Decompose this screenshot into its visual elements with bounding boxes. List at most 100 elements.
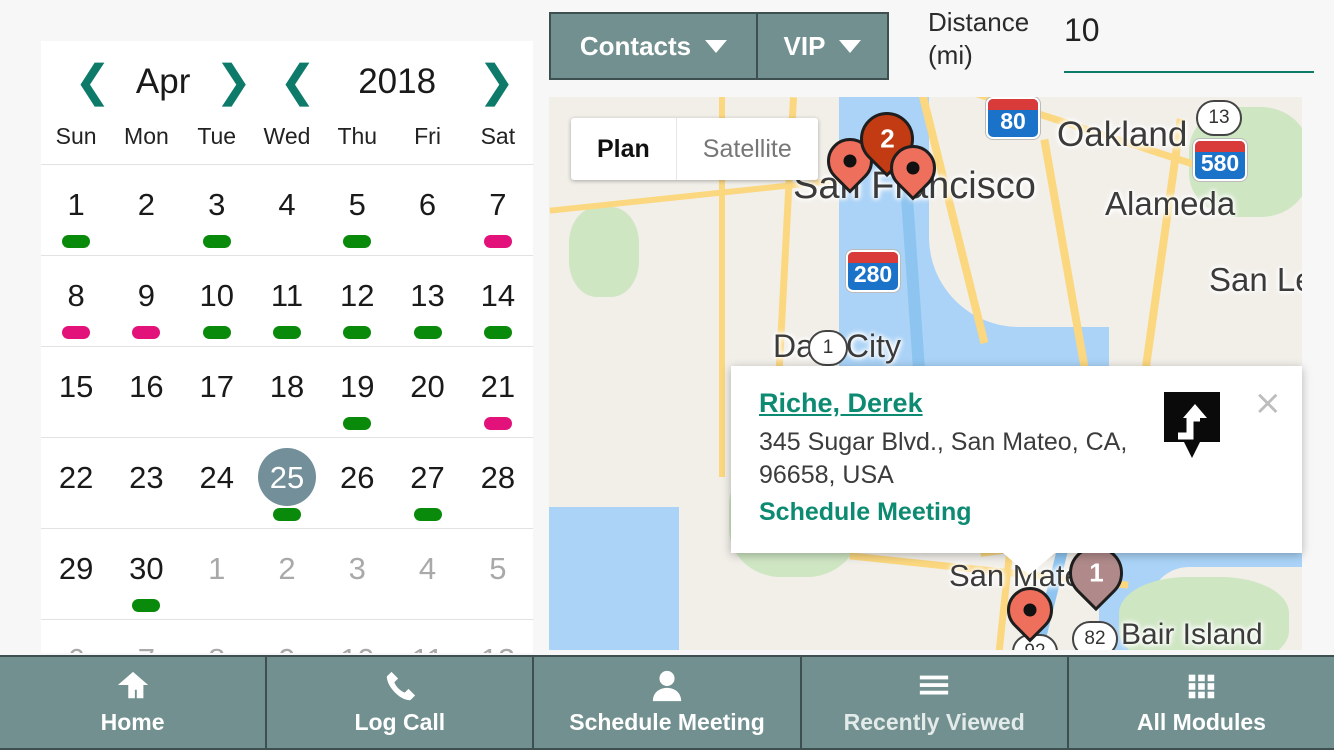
calendar-event-indicator	[62, 599, 90, 612]
chevron-right-icon[interactable]: ❯	[209, 60, 258, 104]
list-view-dropdown[interactable]: VIP	[757, 12, 889, 80]
calendar-day-cell[interactable]: 2	[111, 165, 181, 255]
nav-item-home[interactable]: Home	[0, 655, 266, 750]
close-icon[interactable]: ×	[1254, 386, 1283, 420]
calendar-day-cell[interactable]: 30	[111, 529, 181, 619]
calendar-day-cell[interactable]: 12	[322, 256, 392, 346]
calendar-day-cell[interactable]: 4	[252, 165, 322, 255]
calendar-event-indicator	[343, 508, 371, 521]
nav-item-schedule-meeting[interactable]: Schedule Meeting	[534, 655, 800, 750]
nav-item-all-modules[interactable]: All Modules	[1068, 655, 1334, 750]
calendar-day-cell[interactable]: 9	[111, 256, 181, 346]
calendar-day-cell[interactable]: 5	[322, 165, 392, 255]
chevron-right-icon[interactable]: ❯	[472, 60, 521, 104]
nav-item-label: Home	[100, 709, 165, 735]
calendar-day-cell[interactable]: 5	[463, 529, 533, 619]
calendar-day-number: 24	[199, 459, 234, 495]
calendar-day-cell[interactable]: 15	[41, 347, 111, 437]
calendar-day-number: 14	[480, 277, 516, 313]
calendar-day-cell[interactable]: 14	[463, 256, 533, 346]
calendar-day-cell[interactable]: 6	[392, 165, 462, 255]
distance-filter: Distance (mi) 10	[928, 6, 1314, 73]
distance-input[interactable]: 10	[1064, 12, 1314, 73]
calendar-event-indicator	[484, 599, 512, 612]
calendar-panel: ❮ Apr ❯ ❮ 2018 ❯ Sun Mon Tue Wed Thu Fri Sat 1…	[41, 41, 533, 653]
calendar-day-cell[interactable]: 9	[252, 620, 322, 654]
calendar-day-cell[interactable]: 17	[182, 347, 252, 437]
chevron-left-icon[interactable]: ❮	[68, 60, 117, 104]
map-park-west	[569, 207, 639, 297]
calendar-day-number: 7	[117, 630, 175, 654]
calendar-week-row: 1 2 3 4 5 6 7	[41, 165, 533, 256]
calendar-day-cell[interactable]: 4	[392, 529, 462, 619]
calendar-day-cell[interactable]: 11	[392, 620, 462, 654]
calendar-day-cell[interactable]: 7	[463, 165, 533, 255]
calendar-day-cell[interactable]: 28	[463, 438, 533, 528]
shield-top-bar	[988, 99, 1038, 110]
calendar-event-indicator	[132, 599, 161, 612]
calendar-day-cell[interactable]: 3	[322, 529, 392, 619]
calendar-day-cell[interactable]: 26	[322, 438, 392, 528]
calendar-day-number: 22	[58, 459, 94, 495]
calendar-day-cell[interactable]: 20	[392, 347, 462, 437]
chevron-left-icon[interactable]: ❮	[273, 60, 322, 104]
chevron-down-icon	[705, 39, 728, 53]
calendar-day-cell[interactable]: 24	[182, 438, 252, 528]
map-info-popup: Riche, Derek 345 Sugar Blvd., San Mateo,…	[731, 366, 1302, 575]
map-type-satellite[interactable]: Satellite	[675, 118, 818, 180]
calendar-day-number: 26	[340, 459, 375, 495]
calendar-day-cell[interactable]: 29	[41, 529, 111, 619]
calendar-day-cell[interactable]: 16	[111, 347, 181, 437]
calendar-day-number: 3	[348, 550, 366, 586]
list-view-label: VIP	[783, 30, 826, 61]
calendar-day-number: 19	[340, 368, 375, 404]
calendar-day-cell[interactable]: 1	[41, 165, 111, 255]
calendar-day-cell[interactable]: 10	[182, 256, 252, 346]
calendar-day-cell[interactable]: 22	[41, 438, 111, 528]
calendar-event-indicator	[343, 326, 372, 339]
calendar-week-row: 22 23 24 25 26 27 28	[41, 438, 533, 529]
nav-item-log-call[interactable]: Log Call	[267, 655, 533, 750]
nav-item-label: Schedule Meeting	[569, 709, 765, 735]
nav-item-label: Log Call	[354, 709, 446, 735]
map-type-plan[interactable]: Plan	[571, 118, 676, 180]
calendar-day-number: 11	[399, 630, 457, 654]
chevron-down-icon	[839, 39, 862, 53]
calendar-day-number: 5	[489, 550, 507, 586]
calendar-day-cell[interactable]: 1	[182, 529, 252, 619]
month-selector: ❮ Apr ❯	[53, 60, 273, 104]
calendar-day-number: 2	[137, 186, 156, 222]
contact-name-link[interactable]: Riche, Derek	[759, 388, 923, 419]
cluster-count: 2	[879, 123, 895, 154]
calendar-day-cell[interactable]: 6	[41, 620, 111, 654]
calendar-day-cell[interactable]: 7	[111, 620, 181, 654]
calendar-day-number: 6	[47, 630, 105, 654]
map-place-label: Alameda	[1105, 185, 1236, 222]
nav-item-recently-viewed[interactable]: Recently Viewed	[801, 655, 1067, 750]
calendar-day-cell[interactable]: 2	[252, 529, 322, 619]
calendar-day-cell[interactable]: 21	[463, 347, 533, 437]
calendar-day-cell[interactable]: 10	[322, 620, 392, 654]
map-place-label: San Lea	[1209, 261, 1302, 298]
calendar-day-cell[interactable]: 13	[392, 256, 462, 346]
directions-pin-icon[interactable]	[1162, 390, 1222, 462]
calendar-day-cell[interactable]: 8	[182, 620, 252, 654]
calendar-day-cell[interactable]: 12	[463, 620, 533, 654]
phone-icon	[386, 671, 415, 701]
calendar-event-indicator	[343, 235, 372, 248]
calendar-day-cell[interactable]: 3	[182, 165, 252, 255]
distance-input-wrap[interactable]: 10	[1064, 6, 1314, 73]
calendar-day-cell[interactable]: 8	[41, 256, 111, 346]
calendar-day-cell[interactable]: 19	[322, 347, 392, 437]
calendar-day-cell[interactable]: 11	[252, 256, 322, 346]
calendar-day-cell[interactable]: 23	[111, 438, 181, 528]
calendar-event-indicator	[132, 417, 160, 430]
record-type-dropdown[interactable]: Contacts	[549, 12, 757, 80]
weekday-label: Sat	[480, 123, 516, 149]
calendar-day-number: 2	[278, 550, 296, 586]
calendar-day-cell[interactable]: 18	[252, 347, 322, 437]
schedule-meeting-link[interactable]: Schedule Meeting	[759, 498, 972, 527]
calendar-event-indicator	[413, 326, 442, 339]
calendar-day-cell[interactable]: 25	[252, 438, 322, 528]
calendar-day-cell[interactable]: 27	[392, 438, 462, 528]
